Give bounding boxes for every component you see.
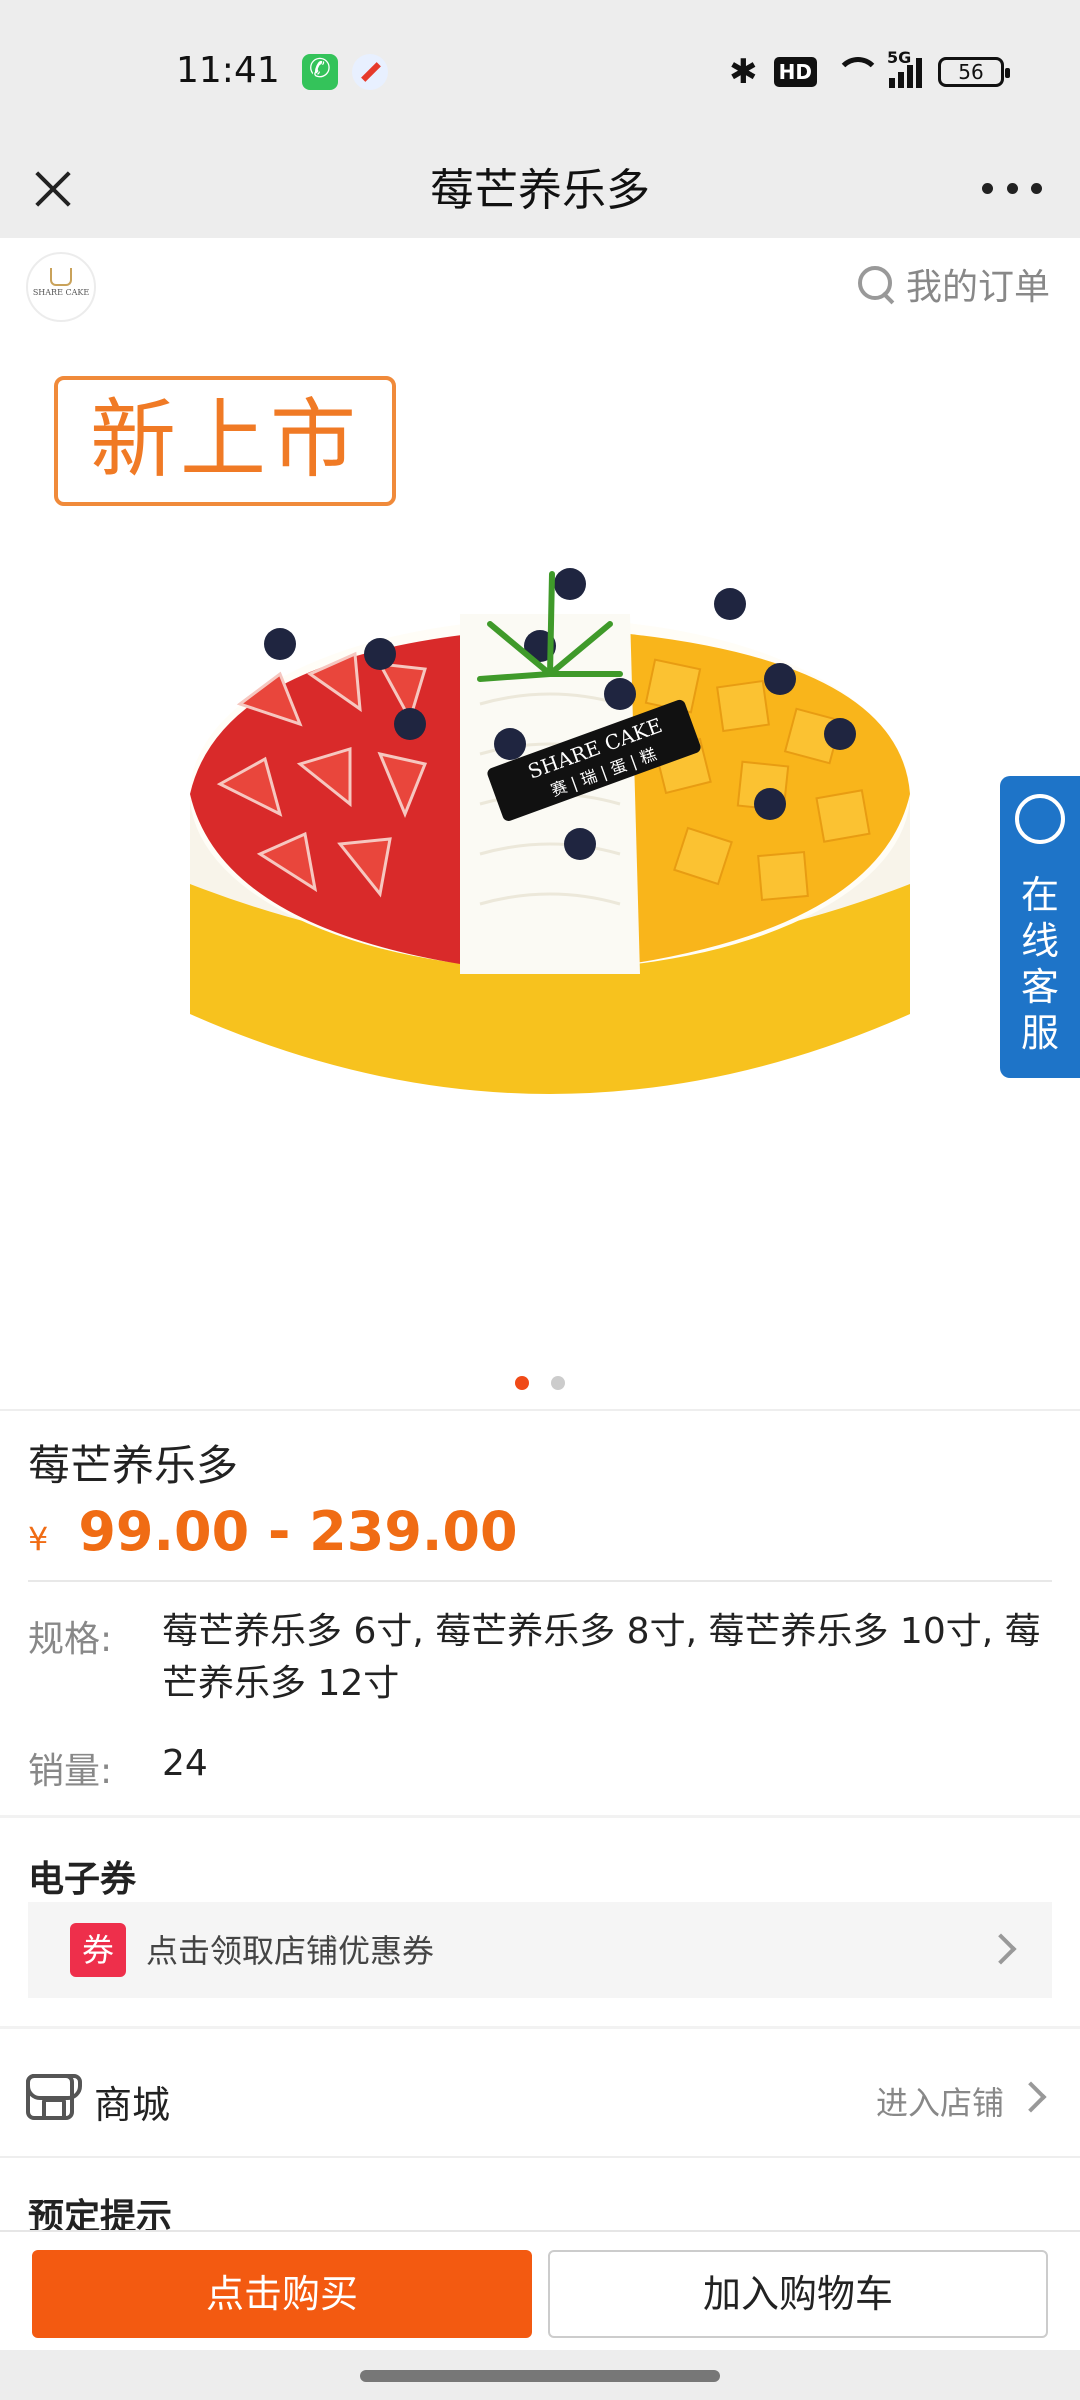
price-range: 99.00 - 239.00 [78,1500,518,1563]
crown-icon [50,268,72,286]
shop-header: SHARE CAKE 我的订单 [0,238,1080,334]
shop-logo[interactable]: SHARE CAKE [26,252,96,322]
spec-value: 莓芒养乐多 6寸, 莓芒养乐多 8寸, 莓芒养乐多 10寸, 莓芒养乐多 12寸 [162,1611,1041,1704]
product-name: 莓芒养乐多 [28,1441,239,1490]
section-divider [0,2026,1080,2029]
customer-service-label: 在线客服 [1020,873,1059,1055]
chevron-right-icon [1015,2081,1047,2113]
coupon-claim-row[interactable]: 券 点击领取店铺优惠券 [28,1902,1052,1998]
search-icon [856,264,896,304]
carousel-indicator [0,1376,1080,1390]
bluetooth-icon: ✱ [729,52,758,92]
carousel-dot[interactable] [551,1376,565,1390]
status-bar: 11:41 ✱ HD 5G 56 [0,0,1080,140]
store-label: 商城 [94,2083,171,2127]
product-image-carousel[interactable]: 新上市 SHARE CAKE 赛 | 瑞 | 蛋 | 糕 在 线 客 服 [0,334,1080,1409]
hd-icon: HD [773,57,817,87]
phone-app-icon [302,54,338,90]
battery-icon: 56 [938,57,1010,87]
cake-image: SHARE CAKE 赛 | 瑞 | 蛋 | 糕 [160,554,940,1218]
my-orders-link[interactable]: 我的订单 [856,258,1050,310]
currency-symbol: ¥ [28,1520,49,1558]
coupon-tag: 券 [70,1923,126,1977]
add-to-cart-button[interactable]: 加入购物车 [548,2250,1048,2338]
status-time: 11:41 [176,50,280,91]
customer-service-button[interactable]: 在线客服 [1000,776,1080,1078]
network-type: 5G [887,48,912,67]
chevron-right-icon [985,1933,1017,1965]
carousel-dot[interactable] [515,1376,529,1390]
buy-now-button[interactable]: 点击购买 [32,2250,532,2338]
gesture-bar [0,2350,1080,2400]
section-divider [0,1815,1080,1818]
compass-app-icon [352,54,388,90]
coupon-section-title: 电子券 [28,1859,137,1900]
title-bar: 莓芒养乐多 [0,140,1080,238]
home-indicator[interactable] [360,2370,720,2382]
more-options-icon[interactable] [982,170,1042,206]
divider [0,1409,1080,1411]
enter-store-link[interactable]: 进入店铺 [876,2078,1004,2124]
sales-label: 销量: [28,1751,113,1792]
shop-logo-text: SHARE CAKE [32,288,90,297]
bottom-action-bar: 点击购买 加入购物车 [0,2230,1080,2350]
store-row[interactable]: 商城 进入店铺 [0,2042,1080,2154]
my-orders-label: 我的订单 [905,267,1050,308]
page-title: 莓芒养乐多 [430,165,650,216]
signal-5g-icon: 5G [887,48,922,88]
store-icon [26,2074,82,2120]
divider [0,2156,1080,2158]
product-price: ¥ 99.00 - 239.00 [28,1500,518,1563]
wifi-icon [833,57,881,87]
divider [28,1580,1052,1582]
new-arrival-badge: 新上市 [54,376,396,506]
sales-value: 24 [162,1743,208,1784]
headset-icon [1015,794,1065,844]
system-icons: ✱ HD 5G 56 [729,48,1010,92]
coupon-text: 点击领取店铺优惠券 [146,1932,435,1970]
spec-label: 规格: [28,1619,113,1660]
